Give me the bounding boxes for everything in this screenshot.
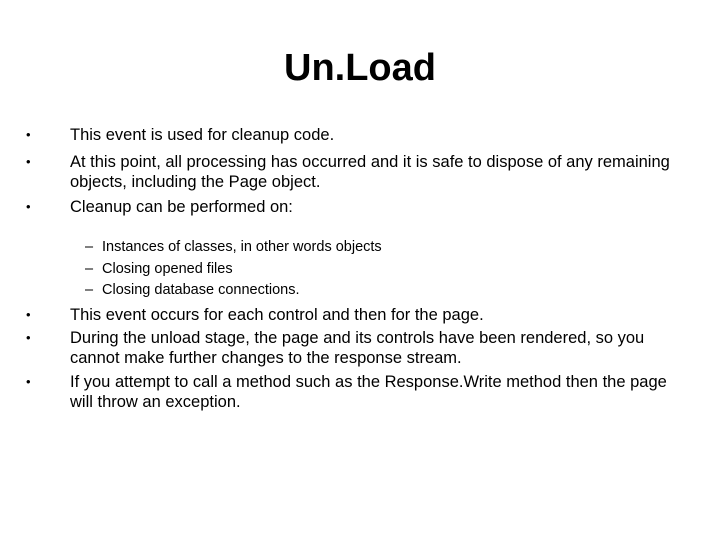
sub-bullet-item: – Instances of classes, in other words o… xyxy=(85,237,662,257)
slide-title: Un.Load xyxy=(284,47,436,89)
bullet-text: During the unload stage, the page and it… xyxy=(70,329,645,367)
bullet-marker: • xyxy=(26,374,31,389)
bullet-text: Cleanup can be performed on: xyxy=(70,198,293,216)
bullet-marker: • xyxy=(26,154,31,169)
sub-bullet-item: – Closing database connections. xyxy=(85,280,662,300)
dash-marker: – xyxy=(85,261,94,277)
sub-bullet-text: Closing opened files xyxy=(102,261,233,277)
bullet-text: At this point, all processing has occurr… xyxy=(70,153,670,191)
bullet-text: If you attempt to call a method such as … xyxy=(70,373,667,411)
dash-marker: – xyxy=(85,282,94,298)
bullet-item: • This event is used for cleanup code. xyxy=(26,125,682,145)
sub-bullet-item: – Closing opened files xyxy=(85,259,662,279)
bullet-marker: • xyxy=(26,330,31,345)
bullet-item: • If you attempt to call a method such a… xyxy=(26,372,682,412)
dash-marker: – xyxy=(85,239,94,255)
sub-bullet-text: Instances of classes, in other words obj… xyxy=(102,239,382,255)
bullet-marker: • xyxy=(26,199,31,214)
bullet-item: • This event occurs for each control and… xyxy=(26,305,682,325)
bullet-item: • During the unload stage, the page and … xyxy=(26,328,682,368)
sub-bullet-text: Closing database connections. xyxy=(102,282,300,298)
bullet-text: This event occurs for each control and t… xyxy=(70,306,484,324)
bullet-marker: • xyxy=(26,307,31,322)
bullet-item: • At this point, all processing has occu… xyxy=(26,152,682,192)
bullet-text: This event is used for cleanup code. xyxy=(70,126,335,144)
bullet-marker: • xyxy=(26,127,31,142)
bullet-item: • Cleanup can be performed on: xyxy=(26,197,682,217)
